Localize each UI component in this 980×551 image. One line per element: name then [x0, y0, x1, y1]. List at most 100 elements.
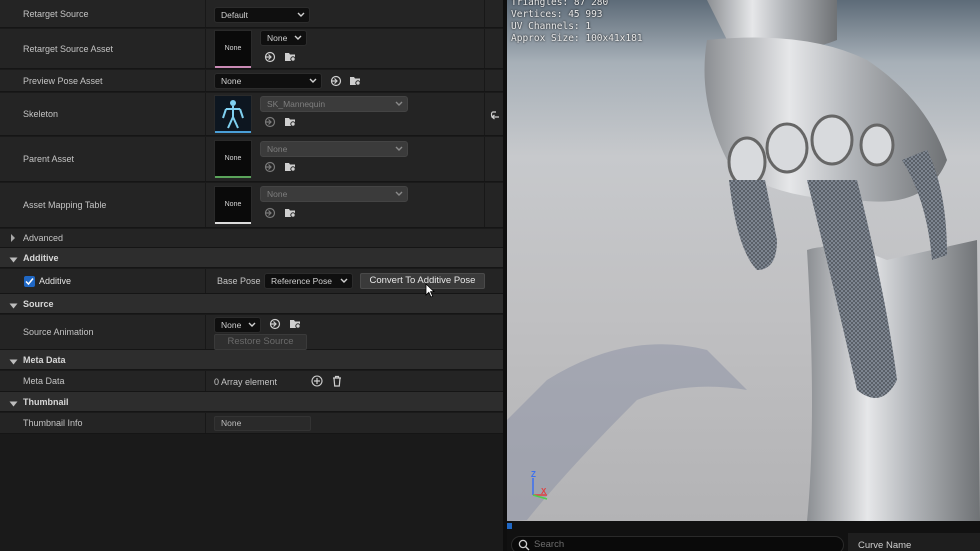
base-pose-value: Reference Pose [271, 276, 332, 286]
row-asset-mapping-table: Asset Mapping Table None None [0, 183, 503, 228]
column-divider [205, 269, 206, 293]
trash-icon[interactable] [331, 375, 343, 387]
skeleton-value: SK_Mannequin [267, 99, 326, 109]
retarget-source-label: Retarget Source [23, 8, 89, 19]
parent-asset-value: None [267, 144, 288, 154]
chevron-down-icon [9, 399, 18, 409]
asset-type-bar [215, 131, 251, 133]
chevron-down-icon [309, 78, 317, 84]
axis-z-label: Z [531, 470, 536, 479]
row-retarget-source-asset: Retarget Source Asset None None [0, 29, 503, 69]
base-pose-label: Base Pose [217, 276, 261, 286]
column-divider [205, 70, 206, 91]
row-preview-pose-asset: Preview Pose Asset None [0, 70, 503, 92]
meta-data-array-count: 0 Array element [214, 377, 278, 387]
convert-to-additive-pose-button[interactable]: Convert To Additive Pose [360, 273, 485, 289]
column-divider [484, 29, 485, 68]
section-title-additive: Additive [23, 252, 59, 263]
column-divider [205, 413, 206, 433]
column-divider [484, 137, 485, 181]
skeleton-dropdown[interactable]: SK_Mannequin [260, 96, 408, 112]
asset-mapping-table-dropdown[interactable]: None [260, 186, 408, 202]
search-input[interactable]: Search [511, 536, 844, 551]
retarget-source-value: Default [221, 10, 248, 20]
column-divider [205, 371, 206, 391]
source-animation-dropdown[interactable]: None [214, 317, 261, 333]
retarget-source-asset-dropdown[interactable]: None [260, 30, 307, 46]
section-header-meta-data[interactable]: Meta Data [0, 350, 503, 370]
base-pose-dropdown[interactable]: Reference Pose [264, 273, 353, 289]
source-animation-label: Source Animation [23, 327, 94, 337]
section-title-source: Source [23, 298, 54, 309]
row-thumbnail-info: Thumbnail Info None [0, 413, 503, 434]
column-divider [205, 315, 206, 349]
browse-folder-icon[interactable] [284, 161, 296, 173]
search-icon [518, 539, 530, 551]
restore-source-button[interactable]: Restore Source [214, 334, 307, 350]
chevron-down-icon [340, 278, 348, 284]
use-selected-asset-icon[interactable] [330, 75, 342, 87]
use-selected-asset-icon[interactable] [264, 207, 276, 219]
section-header-thumbnail[interactable]: Thumbnail [0, 392, 503, 412]
chevron-right-icon [9, 233, 21, 245]
stats-triangles: Triangles: 87 280 [511, 0, 609, 8]
use-selected-asset-icon[interactable] [264, 161, 276, 173]
chevron-down-icon [395, 101, 403, 107]
viewport[interactable]: Triangles: 87 280 Vertices: 45 993 UV Ch… [507, 0, 980, 521]
checkmark-icon [25, 278, 34, 286]
browse-folder-icon[interactable] [284, 207, 296, 219]
scene-render [507, 0, 980, 521]
asset-type-bar [215, 176, 251, 178]
add-element-icon[interactable] [311, 375, 323, 387]
column-divider [205, 29, 206, 68]
skeleton-label: Skeleton [23, 109, 59, 119]
chevron-down-icon [395, 146, 403, 152]
additive-checkbox[interactable] [24, 276, 35, 287]
column-divider [484, 70, 485, 91]
preview-pose-asset-value: None [221, 76, 242, 86]
browse-folder-icon[interactable] [284, 51, 296, 63]
browse-folder-icon[interactable] [284, 116, 296, 128]
advanced-label: Advanced [23, 233, 64, 243]
meta-data-label: Meta Data [23, 376, 65, 386]
thumbnail-info-label: Thumbnail Info [23, 418, 83, 428]
asset-mapping-table-label: Asset Mapping Table [23, 200, 107, 210]
panel-splitter[interactable] [503, 0, 507, 551]
advanced-expander[interactable]: Advanced [0, 229, 503, 248]
viewport-stats: Triangles: 87 280 Vertices: 45 993 UV Ch… [511, 0, 643, 45]
preview-pose-asset-dropdown[interactable]: None [214, 73, 322, 89]
retarget-source-dropdown[interactable]: Default [214, 7, 310, 23]
skeleton-thumbnail[interactable] [214, 95, 252, 133]
parent-asset-dropdown[interactable]: None [260, 141, 408, 157]
retarget-source-asset-thumbnail[interactable]: None [214, 30, 252, 68]
browse-folder-icon[interactable] [349, 75, 361, 87]
row-source-animation: Source Animation None Restore Source [0, 315, 503, 350]
skeleton-mannequin-icon [222, 100, 244, 129]
chevron-down-icon [248, 322, 256, 328]
stats-approx-size: Approx Size: 100x41x181 [511, 33, 643, 44]
column-divider [205, 0, 206, 27]
row-meta-data: Meta Data 0 Array element [0, 371, 503, 392]
chevron-down-icon [395, 191, 403, 197]
panel-tab-marker [507, 523, 512, 529]
column-divider [484, 93, 485, 135]
row-skeleton: Skeleton SK_Mannequin [0, 93, 503, 136]
preview-pose-asset-label: Preview Pose Asset [23, 75, 103, 86]
reset-to-default-icon[interactable] [489, 109, 501, 121]
asset-type-bar [215, 222, 251, 224]
asset-mapping-table-value: None [267, 189, 288, 199]
parent-asset-thumbnail[interactable]: None [214, 140, 252, 178]
use-selected-asset-icon[interactable] [264, 116, 276, 128]
stats-uv-channels: UV Channels: 1 [511, 21, 592, 32]
use-selected-asset-icon[interactable] [269, 318, 281, 330]
browse-folder-icon[interactable] [289, 318, 301, 330]
asset-mapping-table-thumbnail[interactable]: None [214, 186, 252, 224]
retarget-source-asset-value: None [267, 33, 288, 43]
curve-name-column-header[interactable]: Curve Name [848, 533, 980, 551]
use-selected-asset-icon[interactable] [264, 51, 276, 63]
thumbnail-info-field[interactable]: None [214, 416, 311, 431]
search-placeholder: Search [534, 539, 565, 550]
parent-asset-label: Parent Asset [23, 154, 75, 164]
section-header-additive[interactable]: Additive [0, 248, 503, 268]
column-divider [205, 183, 206, 227]
